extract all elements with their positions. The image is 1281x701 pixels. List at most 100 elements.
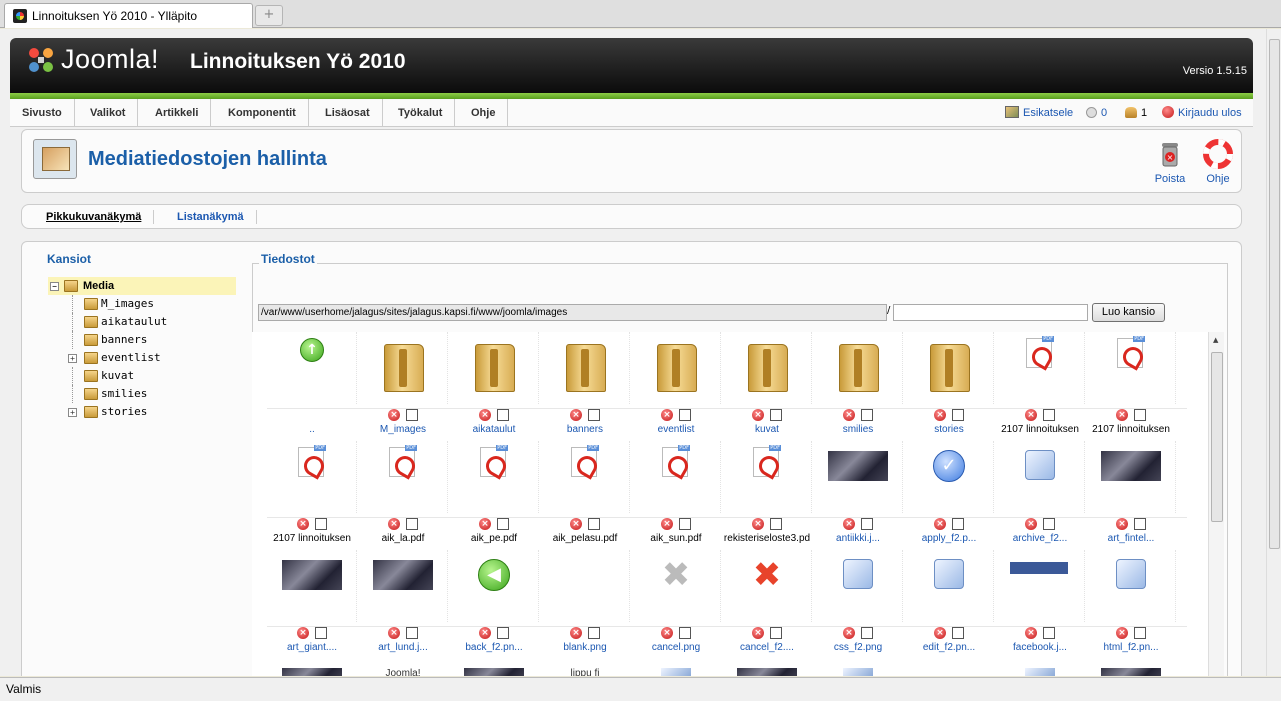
file-preview[interactable]: [358, 332, 448, 404]
file-select-checkbox[interactable]: [1043, 518, 1055, 530]
logout-link[interactable]: Kirjaudu ulos: [1162, 105, 1242, 121]
file-select-checkbox[interactable]: [1043, 409, 1055, 421]
delete-file-icon[interactable]: ×: [934, 627, 946, 639]
scroll-thumb[interactable]: [1211, 352, 1223, 522]
image-thumbnail[interactable]: [282, 668, 342, 676]
file-select-checkbox[interactable]: [770, 627, 782, 639]
delete-file-icon[interactable]: ×: [297, 627, 309, 639]
file-name[interactable]: art_lund.j...: [358, 642, 448, 653]
file-select-checkbox[interactable]: [679, 627, 691, 639]
file-cell[interactable]: × stories: [904, 332, 994, 440]
delete-file-icon[interactable]: ×: [1025, 409, 1037, 421]
file-cell[interactable]: × art_giant....: [267, 550, 357, 658]
file-select-checkbox[interactable]: [1134, 518, 1146, 530]
new-tab-button[interactable]: +: [255, 5, 283, 26]
file-name[interactable]: cancel_f2....: [722, 642, 812, 653]
file-preview[interactable]: [904, 550, 994, 622]
file-cell[interactable]: × edit_f2.pn...: [904, 550, 994, 658]
file-name[interactable]: apply_f2.p...: [904, 533, 994, 544]
delete-file-icon[interactable]: ×: [570, 627, 582, 639]
image-thumbnail[interactable]: Joomla!: [373, 668, 433, 676]
delete-file-icon[interactable]: ×: [1025, 627, 1037, 639]
image-file-icon[interactable]: [661, 668, 691, 676]
file-select-checkbox[interactable]: [406, 518, 418, 530]
file-cell[interactable]: ✓ × apply_f2.p...: [904, 441, 994, 549]
file-select-checkbox[interactable]: [588, 409, 600, 421]
file-preview[interactable]: [540, 441, 630, 513]
file-name[interactable]: stories: [904, 424, 994, 435]
file-cell[interactable]: × aik_pelasu.pdf: [540, 441, 630, 549]
file-name[interactable]: facebook.j...: [995, 642, 1085, 653]
new-folder-name-input[interactable]: [893, 304, 1088, 321]
file-cell[interactable]: ✖ × cancel.png: [631, 550, 721, 658]
image-file-icon[interactable]: [1025, 668, 1055, 676]
file-preview[interactable]: [540, 332, 630, 404]
file-name[interactable]: back_f2.pn...: [449, 642, 539, 653]
delete-file-icon[interactable]: ×: [752, 409, 764, 421]
file-cell[interactable]: × aik_la.pdf: [358, 441, 448, 549]
file-name[interactable]: blank.png: [540, 642, 630, 653]
image-file-icon[interactable]: [843, 668, 873, 676]
file-cell[interactable]: ✖ × cancel_f2....: [722, 550, 812, 658]
joomla-logo[interactable]: Joomla!: [25, 44, 185, 78]
file-cell[interactable]: × css_f2.png: [813, 550, 903, 658]
delete-file-icon[interactable]: ×: [388, 518, 400, 530]
delete-file-icon[interactable]: ×: [388, 627, 400, 639]
file-select-checkbox[interactable]: [861, 409, 873, 421]
file-select-checkbox[interactable]: [406, 409, 418, 421]
create-folder-button[interactable]: Luo kansio: [1092, 303, 1165, 322]
file-preview[interactable]: [722, 332, 812, 404]
file-select-checkbox[interactable]: [406, 627, 418, 639]
delete-file-icon[interactable]: ×: [570, 409, 582, 421]
file-preview[interactable]: [995, 332, 1085, 404]
file-select-checkbox[interactable]: [315, 518, 327, 530]
file-select-checkbox[interactable]: [861, 627, 873, 639]
file-cell[interactable]: × 2107 linnoituksen: [995, 332, 1085, 440]
image-thumbnail[interactable]: [737, 668, 797, 676]
file-cell[interactable]: × banners: [540, 332, 630, 440]
file-preview[interactable]: ↑: [267, 332, 357, 404]
delete-file-icon[interactable]: ×: [752, 627, 764, 639]
page-scroll-thumb[interactable]: [1269, 39, 1280, 549]
file-select-checkbox[interactable]: [861, 518, 873, 530]
file-preview[interactable]: [904, 332, 994, 404]
tree-node-aikataulut[interactable]: aikataulut: [48, 313, 236, 331]
delete-file-icon[interactable]: ×: [843, 518, 855, 530]
tree-node-stories[interactable]: + stories: [48, 403, 236, 421]
file-cell[interactable]: × 2107 linnoituksen: [1086, 332, 1176, 440]
file-name[interactable]: kuvat: [722, 424, 812, 435]
file-preview[interactable]: [995, 441, 1085, 513]
tree-node-smilies[interactable]: smilies: [48, 385, 236, 403]
delete-file-icon[interactable]: ×: [479, 518, 491, 530]
delete-file-icon[interactable]: ×: [661, 627, 673, 639]
file-name[interactable]: art_fintel...: [1086, 533, 1176, 544]
file-cell[interactable]: ◀ × back_f2.pn...: [449, 550, 539, 658]
file-select-checkbox[interactable]: [679, 409, 691, 421]
file-preview[interactable]: [631, 441, 721, 513]
file-preview[interactable]: [449, 441, 539, 513]
file-select-checkbox[interactable]: [770, 518, 782, 530]
delete-file-icon[interactable]: ×: [843, 627, 855, 639]
file-cell[interactable]: × blank.png: [540, 550, 630, 658]
file-name[interactable]: smilies: [813, 424, 903, 435]
file-preview[interactable]: [358, 550, 448, 622]
file-grid-scrollbar[interactable]: ▲ ▼: [1208, 332, 1224, 676]
delete-file-icon[interactable]: ×: [570, 518, 582, 530]
file-preview[interactable]: ✖: [631, 550, 721, 622]
file-preview[interactable]: [267, 550, 357, 622]
file-preview[interactable]: [631, 332, 721, 404]
file-cell[interactable]: × rekisteriseloste3.pd: [722, 441, 812, 549]
delete-file-icon[interactable]: ×: [1116, 627, 1128, 639]
preview-link[interactable]: Esikatsele: [1005, 105, 1073, 121]
menu-item-sivusto[interactable]: Sivusto: [10, 99, 75, 127]
file-preview[interactable]: [540, 550, 630, 622]
file-select-checkbox[interactable]: [315, 627, 327, 639]
tree-node-m-images[interactable]: M_images: [48, 295, 236, 313]
file-name[interactable]: html_f2.pn...: [1086, 642, 1176, 653]
file-select-checkbox[interactable]: [952, 409, 964, 421]
expand-icon[interactable]: +: [68, 354, 77, 363]
file-select-checkbox[interactable]: [588, 627, 600, 639]
file-name[interactable]: banners: [540, 424, 630, 435]
delete-file-icon[interactable]: ×: [661, 409, 673, 421]
menu-item-artikkeli[interactable]: Artikkeli: [143, 99, 212, 127]
